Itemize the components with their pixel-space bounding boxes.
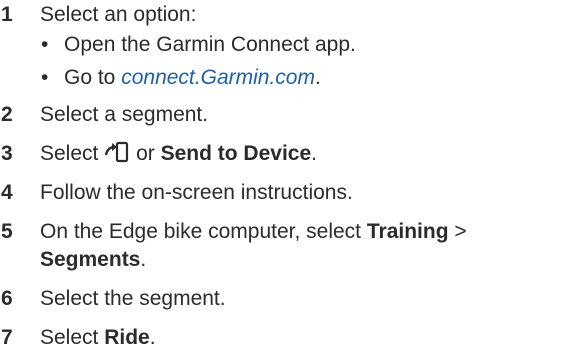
substep-2: • Go to connect.Garmin.com.	[40, 64, 568, 92]
step-text-post: .	[149, 326, 156, 349]
bullet: •	[41, 33, 49, 56]
step-number: 7	[1, 326, 13, 349]
step-1: 1 Select an option:	[0, 1, 568, 29]
bullet: •	[41, 66, 49, 89]
step-text-post: .	[140, 248, 147, 271]
step-text-pre: On the Edge bike computer, select	[40, 220, 362, 243]
step-text: Select a segment.	[40, 103, 209, 126]
menu-separator: >	[454, 220, 467, 243]
step-number: 1	[1, 3, 13, 26]
step-number: 6	[1, 287, 13, 310]
phone-send-icon	[104, 141, 130, 163]
step-number: 2	[1, 103, 13, 126]
step-6: 6 Select the segment.	[0, 285, 568, 313]
instruction-list: 1 Select an option: • Open the Garmin Co…	[0, 0, 568, 349]
step-number: 5	[1, 220, 13, 243]
step-text: Follow the on-screen instructions.	[40, 181, 353, 204]
step-text-pre: Select	[40, 142, 99, 165]
ride-label: Ride	[104, 326, 150, 349]
substep-text-post: .	[314, 66, 321, 89]
step-text-post: .	[311, 142, 317, 165]
substep-1: • Open the Garmin Connect app.	[40, 31, 568, 59]
training-label: Training	[366, 220, 449, 243]
step-number: 3	[1, 142, 13, 165]
connect-garmin-link[interactable]: connect.Garmin.com	[121, 66, 315, 89]
step-text: Select the segment.	[40, 287, 226, 310]
step-text-mid: or	[136, 142, 155, 165]
segments-label: Segments	[40, 248, 141, 271]
send-to-device-label: Send to Device	[160, 142, 312, 165]
step-7: 7 Select Ride.	[0, 324, 568, 352]
step-text-pre: Select	[40, 326, 99, 349]
step-text: Select an option:	[40, 3, 197, 26]
step-3: 3 Select or Send to Device.	[0, 140, 568, 168]
substep-text-pre: Go to	[64, 66, 116, 89]
step-number: 4	[1, 181, 13, 204]
substep-list: • Open the Garmin Connect app. • Go to c…	[0, 31, 568, 92]
step-4: 4 Follow the on-screen instructions.	[0, 179, 568, 207]
step-5: 5 On the Edge bike computer, select Trai…	[0, 218, 568, 274]
step-2: 2 Select a segment.	[0, 101, 568, 129]
substep-text: Open the Garmin Connect app.	[64, 33, 356, 56]
